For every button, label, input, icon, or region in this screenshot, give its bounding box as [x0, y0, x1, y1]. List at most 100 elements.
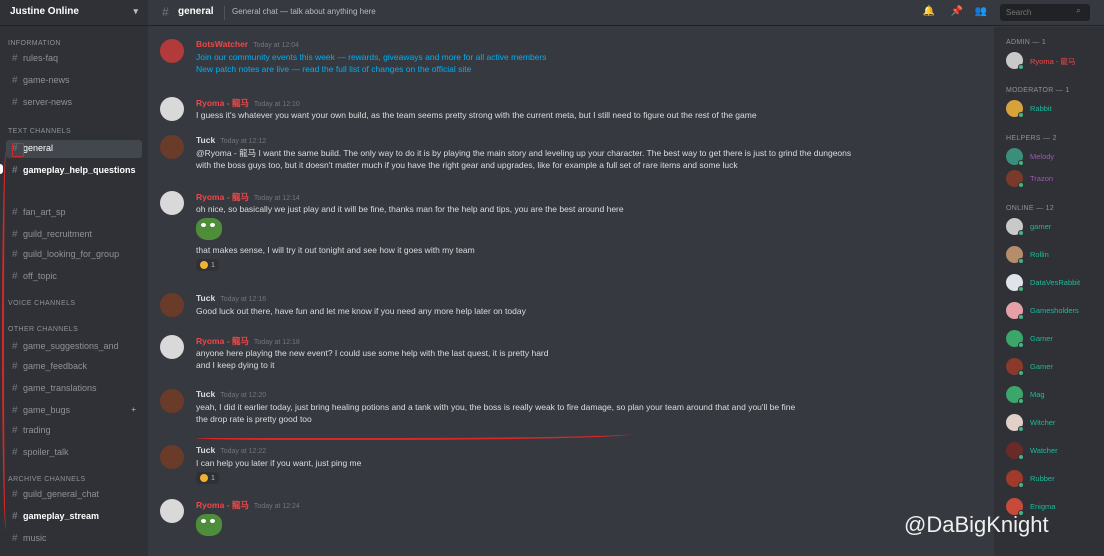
status-online-icon — [1018, 426, 1024, 432]
member-item[interactable]: Rabbit — [1006, 99, 1102, 119]
hash-icon: # — [12, 53, 18, 64]
category-header[interactable]: Voice channels — [8, 300, 75, 307]
sidebar-channel-item[interactable]: # guild_recruitment — [6, 226, 142, 244]
sidebar-channel-item[interactable]: # guild_general_chat — [6, 486, 142, 504]
message-header: Ryoma - 龍马 Today at 12:24 — [196, 499, 976, 511]
pin-icon[interactable]: 📌 — [950, 5, 964, 19]
member-name: Witcher — [1030, 418, 1056, 427]
sidebar-channel-item[interactable]: # fan_art_sp — [6, 204, 142, 222]
sidebar-channel-item[interactable]: # off_topic — [6, 268, 142, 286]
member-item[interactable]: Melody — [1006, 147, 1102, 167]
member-list: Admin — 1 Ryoma - 龍马 Moderator — 1 Rabbit He… — [994, 27, 1104, 556]
category-header[interactable]: Information — [8, 40, 61, 47]
channel-label: trading — [23, 425, 51, 435]
member-item[interactable]: Rollin — [1006, 245, 1102, 265]
category-header[interactable]: Other channels — [8, 326, 78, 333]
hash-icon: # — [12, 165, 18, 176]
sidebar-channel-item[interactable]: # rules-faq — [6, 50, 142, 68]
channel-label: guild_looking_for_group — [23, 249, 120, 259]
avatar[interactable] — [160, 389, 184, 413]
member-item[interactable]: Rubber — [1006, 469, 1102, 489]
message-text: @Ryoma - 龍马 I want the same build. The o… — [196, 148, 852, 158]
member-item[interactable]: Mag — [1006, 385, 1102, 405]
author-name[interactable]: Tuck — [196, 389, 215, 399]
avatar[interactable] — [160, 335, 184, 359]
avatar[interactable] — [160, 293, 184, 317]
message-header: Tuck Today at 12:12 — [196, 135, 976, 147]
sidebar-channel-item[interactable]: # music — [6, 530, 142, 548]
sidebar-channel-item[interactable]: # gameplay_help_questions — [6, 162, 142, 180]
red-annotation-line — [2, 150, 10, 530]
status-online-icon — [1018, 258, 1024, 264]
category-header[interactable]: Text channels — [8, 128, 71, 135]
member-item[interactable]: DataVesRabbit — [1006, 273, 1102, 293]
member-name: Watcher — [1030, 446, 1058, 455]
member-name: Ryoma - 龍马 — [1030, 57, 1076, 66]
message-header: Ryoma - 龍马 Today at 12:14 — [196, 191, 976, 203]
member-item[interactable]: Gamer — [1006, 357, 1102, 377]
avatar[interactable] — [160, 97, 184, 121]
sidebar-channel-item[interactable]: # game_feedback — [6, 358, 142, 376]
hash-icon: # — [162, 5, 169, 19]
hash-icon: # — [12, 271, 18, 282]
avatar[interactable] — [160, 499, 184, 523]
member-name: Rubber — [1030, 474, 1055, 483]
hash-icon: # — [12, 405, 18, 416]
member-item[interactable]: Ryoma - 龍马 — [1006, 51, 1102, 71]
avatar[interactable] — [160, 445, 184, 469]
sidebar-channel-item[interactable]: # game_translations — [6, 380, 142, 398]
members-icon[interactable]: 👥 — [974, 5, 988, 19]
author-name[interactable]: BotsWatcher — [196, 39, 248, 49]
member-group-header: Helpers — 2 — [1006, 135, 1057, 142]
message-body: Ryoma - 龍马 Today at 12:18 anyone here play… — [196, 335, 976, 371]
member-item[interactable]: Gamesholders — [1006, 301, 1102, 321]
reaction-button[interactable]: 1 — [196, 472, 219, 484]
bell-icon[interactable]: 🔔 — [922, 5, 936, 19]
member-item[interactable]: Gamer — [1006, 329, 1102, 349]
member-item[interactable]: Witcher — [1006, 413, 1102, 433]
sidebar-channel-item[interactable]: # server-news — [6, 94, 142, 112]
author-name[interactable]: Tuck — [196, 135, 215, 145]
hash-icon: # — [12, 489, 18, 500]
sidebar-channel-item[interactable]: # game-news — [6, 72, 142, 90]
author-name[interactable]: Tuck — [196, 445, 215, 455]
author-name[interactable]: Tuck — [196, 293, 215, 303]
status-online-icon — [1018, 370, 1024, 376]
sidebar-channel-item[interactable]: # general — [6, 140, 142, 158]
member-name: DataVesRabbit — [1030, 278, 1081, 287]
message-text[interactable]: New patch notes are live — read the full… — [196, 63, 976, 75]
sidebar-channel-item[interactable]: # trading — [6, 422, 142, 440]
avatar[interactable] — [160, 191, 184, 215]
hash-icon: # — [12, 383, 18, 394]
channel-sidebar: Justine Online ▾ Information Text channel… — [0, 0, 148, 556]
avatar[interactable] — [160, 39, 184, 63]
sidebar-channel-item[interactable]: # spoiler_talk — [6, 444, 142, 462]
hash-icon: # — [12, 533, 18, 544]
member-item[interactable]: gamer — [1006, 217, 1102, 237]
sidebar-channel-item[interactable]: # guild_looking_for_group — [6, 246, 142, 264]
avatar[interactable] — [160, 135, 184, 159]
message-header: Ryoma - 龍马 Today at 12:18 — [196, 335, 976, 347]
server-header[interactable]: Justine Online ▾ — [0, 0, 148, 26]
message-body: Ryoma - 龍马 Today at 12:24 — [196, 499, 976, 536]
chevron-down-icon[interactable]: ▾ — [133, 6, 138, 17]
sidebar-channel-item[interactable]: # gameplay_stream — [6, 508, 142, 526]
author-name[interactable]: Ryoma - 龍马 — [196, 192, 249, 202]
member-name: Melody — [1030, 152, 1055, 161]
member-item[interactable]: Watcher — [1006, 441, 1102, 461]
sidebar-channel-item[interactable]: # game_suggestions_and — [6, 338, 142, 356]
frog-sticker-image — [196, 218, 222, 240]
hash-icon: # — [12, 249, 18, 260]
channel-title: general — [178, 6, 214, 17]
member-item[interactable]: Trazon — [1006, 169, 1102, 189]
reaction-button[interactable]: 1 — [196, 259, 219, 271]
author-name[interactable]: Ryoma - 龍马 — [196, 336, 249, 346]
message-text[interactable]: Join our community events this week — re… — [196, 51, 976, 63]
message-body: Tuck Today at 12:16 Good luck out there, h… — [196, 293, 976, 317]
author-name[interactable]: Ryoma - 龍马 — [196, 500, 249, 510]
category-header[interactable]: Archive channels — [8, 476, 86, 483]
sidebar-channel-item[interactable]: # game_bugs + — [6, 402, 142, 420]
author-name[interactable]: Ryoma - 龍马 — [196, 98, 249, 108]
message-list: BotsWatcher Today at 12:04 Join our commun… — [148, 27, 994, 556]
add-member-icon[interactable]: + — [131, 405, 136, 414]
